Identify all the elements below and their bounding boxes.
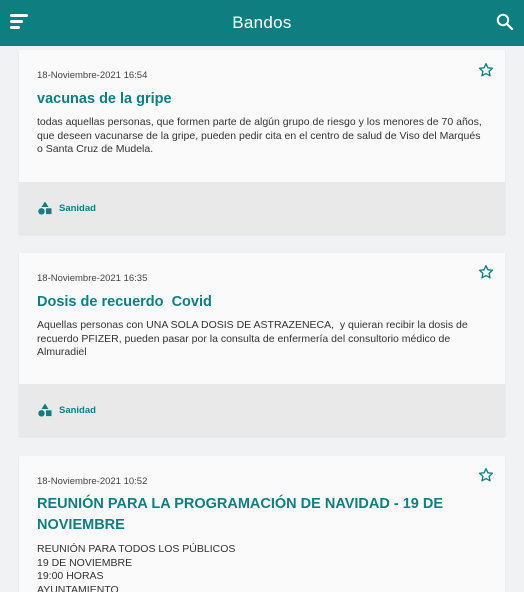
bando-body-line: 19:00 HORAS [37,570,104,582]
bando-body-line: 19 DE NOVIEMBRE [37,556,133,569]
bando-body: todas aquellas personas, que formen part… [37,116,482,155]
bando-body: REUNIÓN PARA TODOS LOS PÚBLICOS 19 DE NO… [37,543,489,592]
bando-body-line: REUNIÓN PARA TODOS LOS PÚBLICOS [37,543,236,555]
bando-category[interactable]: Sanidad [19,182,505,234]
app-bar: Bandos [0,0,524,46]
star-icon[interactable] [478,62,494,78]
category-label: Sanidad [59,202,96,214]
bando-category[interactable]: Sanidad [19,384,505,436]
hamburger-menu-icon[interactable] [10,14,28,30]
bando-date: 18-Noviembre-2021 10:52 [37,476,148,487]
shapes-icon [38,201,52,215]
bando-card[interactable]: 18-Noviembre-2021 16:35 Dosis de recuerd… [19,253,505,436]
search-icon[interactable] [496,13,514,31]
bando-date: 18-Noviembre-2021 16:35 [37,273,148,284]
bando-title[interactable]: Dosis de recuerdo Covid [37,292,445,313]
bando-title[interactable]: REUNIÓN PARA LA PROGRAMACIÓN DE NAVIDAD … [37,494,445,536]
bando-card[interactable]: 18-Noviembre-2021 10:52 REUNIÓN PARA LA … [19,456,505,592]
bando-date: 18-Noviembre-2021 16:54 [37,70,148,81]
star-icon[interactable] [478,467,494,483]
shapes-icon [38,403,52,417]
page-title: Bandos [232,13,292,32]
bando-title[interactable]: vacunas de la gripe [37,89,445,110]
bando-body-line: AYUNTAMIENTO [37,583,119,592]
star-icon[interactable] [478,264,494,280]
category-label: Sanidad [59,404,96,416]
bando-body: Aquellas personas con UNA SOLA DOSIS DE … [37,319,471,358]
bando-card[interactable]: 18-Noviembre-2021 16:54 vacunas de la gr… [19,50,505,234]
